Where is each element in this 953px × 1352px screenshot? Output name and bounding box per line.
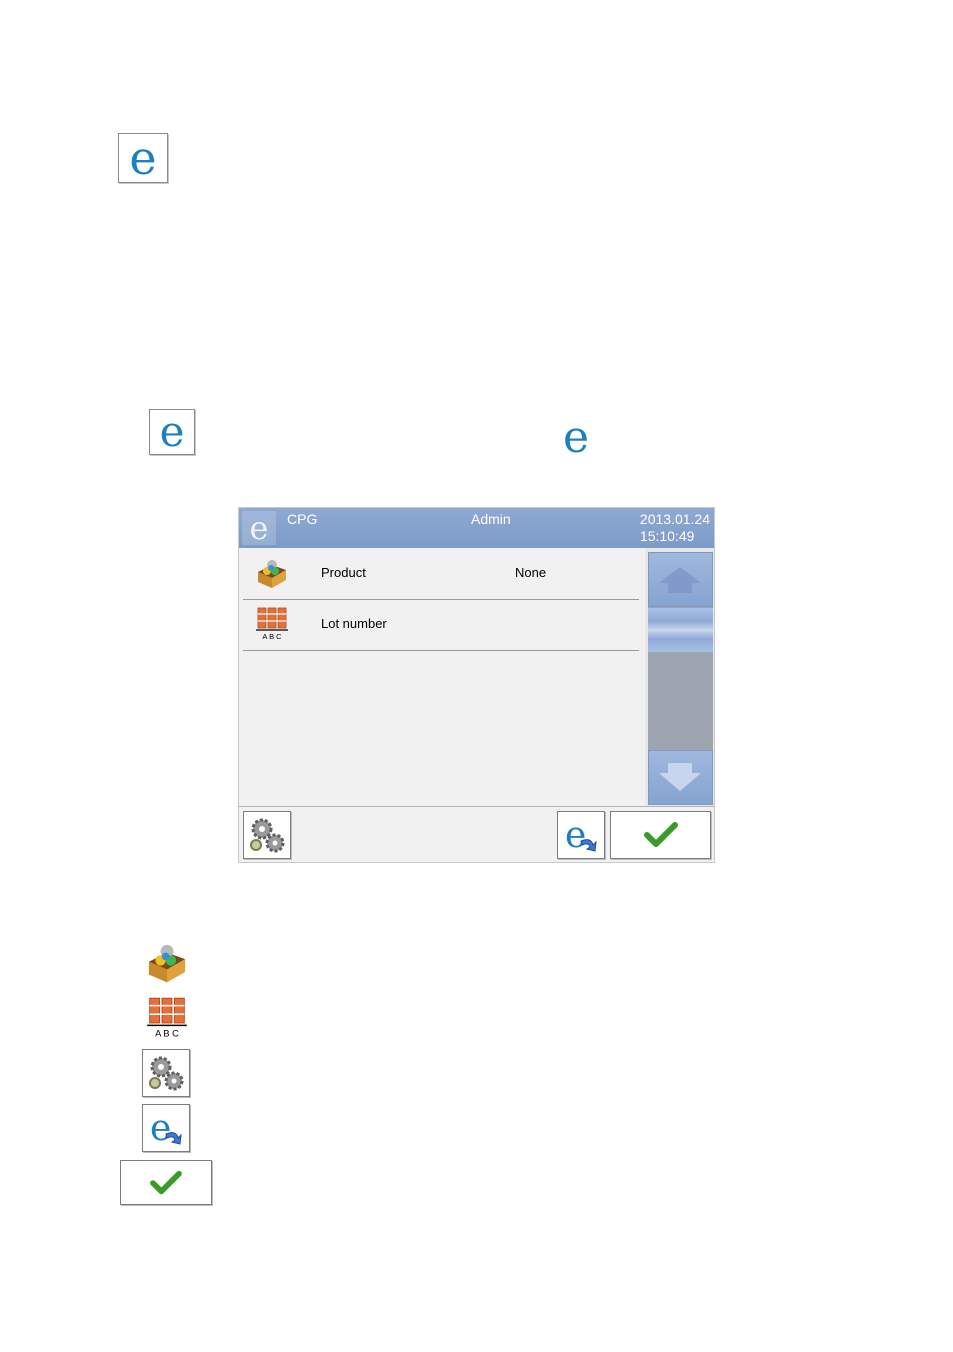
- svg-text:A B C: A B C: [155, 1029, 179, 1039]
- gears-icon: [250, 818, 285, 853]
- bottom-toolbar: e: [239, 806, 714, 862]
- lot-number-abc-icon: A B C: [256, 607, 288, 641]
- lot-number-abc-icon: A B C: [147, 997, 187, 1039]
- ok-button[interactable]: [120, 1160, 212, 1205]
- scroll-up-button[interactable]: [648, 552, 713, 607]
- product-value: None: [515, 565, 547, 580]
- time-text: 15:10:49: [639, 528, 695, 544]
- arrow-up-icon: [659, 567, 701, 593]
- svg-text:e: e: [565, 815, 586, 855]
- settings-button[interactable]: [142, 1049, 190, 1097]
- list-item-product[interactable]: Product None: [243, 548, 639, 600]
- app-name: CPG: [287, 511, 318, 527]
- scroll-thumb[interactable]: [648, 608, 713, 652]
- settings-button[interactable]: [243, 811, 291, 859]
- product-box-icon: [258, 560, 286, 588]
- datetime: 2013.01.24 15:10:49: [640, 511, 710, 545]
- svg-text:e: e: [150, 1108, 171, 1148]
- e-logo-icon: e: [562, 412, 590, 463]
- green-checkmark-icon: [150, 1170, 182, 1194]
- product-box-icon: [148, 944, 186, 983]
- scrollbar[interactable]: [645, 548, 714, 806]
- svg-text:A B C: A B C: [262, 632, 282, 641]
- user-name: Admin: [471, 511, 511, 527]
- exit-e-arrow-icon: e: [150, 1108, 182, 1148]
- exit-button[interactable]: e: [142, 1104, 190, 1152]
- exit-e-arrow-icon: e: [565, 815, 597, 855]
- home-e-icon[interactable]: e: [242, 511, 276, 545]
- gears-icon: [149, 1056, 184, 1091]
- arrow-down-icon: [659, 763, 701, 791]
- e-logo-icon[interactable]: e: [149, 409, 195, 455]
- title-bar: e CPG Admin 2013.01.24 15:10:49: [239, 508, 714, 548]
- green-checkmark-icon: [643, 822, 678, 847]
- product-label: Product: [321, 565, 366, 580]
- date-text: 2013.01.24: [639, 511, 710, 527]
- exit-button[interactable]: e: [557, 811, 605, 859]
- settings-list: Product None A B C Lot number: [243, 548, 639, 806]
- device-screen: e CPG Admin 2013.01.24 15:10:49 Product …: [238, 507, 715, 863]
- e-logo-icon[interactable]: e: [118, 133, 168, 183]
- list-item-lot-number[interactable]: A B C Lot number: [243, 599, 639, 651]
- ok-button[interactable]: [610, 811, 711, 859]
- scroll-down-button[interactable]: [648, 750, 713, 805]
- lot-number-label: Lot number: [321, 616, 387, 631]
